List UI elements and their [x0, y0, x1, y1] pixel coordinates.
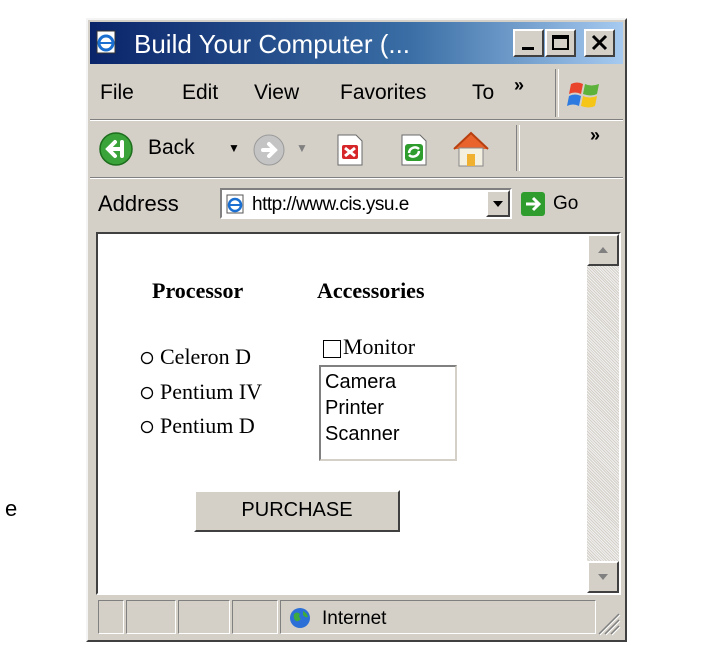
- address-label: Address: [98, 191, 179, 216]
- accessories-heading: Accessories: [317, 278, 425, 303]
- maximize-button[interactable]: [545, 29, 576, 57]
- back-dropdown-icon[interactable]: ▼: [228, 141, 240, 155]
- minimize-icon: [522, 47, 534, 50]
- status-panel: [98, 600, 124, 634]
- radio-label-pentium-d: Pentium D: [160, 413, 255, 438]
- radio-label-pentium-iv: Pentium IV: [160, 379, 263, 404]
- menu-tools[interactable]: To: [472, 81, 494, 105]
- close-button[interactable]: [584, 29, 615, 57]
- status-bar: Internet: [90, 596, 623, 638]
- toolbar-separator: [516, 125, 520, 171]
- go-arrow-icon[interactable]: [520, 191, 546, 217]
- refresh-icon: [401, 134, 427, 166]
- radio-pentium-iv[interactable]: [140, 386, 154, 400]
- window-title: Build Your Computer (...: [134, 29, 411, 59]
- list-option-scanner[interactable]: Scanner: [325, 421, 455, 447]
- address-input[interactable]: http://www.cis.ysu.e: [220, 188, 512, 219]
- maximize-icon: [552, 35, 569, 50]
- vertical-scrollbar[interactable]: [587, 234, 619, 593]
- status-panel: [126, 600, 176, 634]
- radio-pentium-d[interactable]: [140, 420, 154, 434]
- forward-icon: [253, 134, 285, 166]
- status-panel: [232, 600, 278, 634]
- address-dropdown-button[interactable]: [486, 190, 510, 217]
- toolbar: Back ▼ ▼ »: [90, 120, 623, 178]
- stop-icon: [337, 134, 363, 166]
- resize-grip-icon[interactable]: [593, 608, 621, 636]
- minimize-button[interactable]: [513, 29, 544, 57]
- page-content: Processor Accessories Celeron D Pentium …: [96, 232, 621, 595]
- address-bar: Address http://www.cis.ysu.e Go: [90, 178, 623, 229]
- list-option-printer[interactable]: Printer: [325, 395, 455, 421]
- status-zone: Internet: [322, 608, 387, 629]
- scroll-down-icon: [598, 574, 608, 580]
- internet-globe-icon: [290, 608, 310, 628]
- menu-view[interactable]: View: [254, 81, 299, 105]
- back-icon: [99, 132, 133, 166]
- close-icon: [591, 34, 608, 51]
- status-panel: [178, 600, 230, 634]
- monitor-checkbox[interactable]: [323, 340, 341, 358]
- menu-separator: [555, 69, 559, 117]
- address-url: http://www.cis.ysu.e: [252, 194, 409, 215]
- windows-logo-icon: [567, 82, 599, 108]
- home-icon: [453, 131, 489, 167]
- back-label[interactable]: Back: [148, 136, 195, 160]
- chevron-down-icon: [493, 201, 503, 207]
- menu-file[interactable]: File: [100, 81, 134, 105]
- ie-page-icon: [96, 30, 116, 54]
- radio-label-celeron-d: Celeron D: [160, 344, 252, 369]
- scroll-up-icon: [598, 247, 608, 253]
- go-button[interactable]: Go: [553, 193, 578, 215]
- browser-window: Build Your Computer (... File Edit View …: [86, 18, 627, 642]
- menu-overflow-chevron[interactable]: »: [514, 75, 524, 96]
- back-button[interactable]: [98, 131, 138, 176]
- menu-favorites[interactable]: Favorites: [340, 81, 426, 105]
- page-icon: [226, 194, 244, 214]
- radio-celeron-d[interactable]: [140, 351, 154, 365]
- scroll-up-button[interactable]: [587, 234, 619, 266]
- scroll-down-button[interactable]: [587, 561, 619, 593]
- stop-button[interactable]: [334, 133, 366, 172]
- purchase-button[interactable]: PURCHASE: [194, 490, 400, 532]
- menu-edit[interactable]: Edit: [182, 81, 218, 105]
- forward-button[interactable]: [252, 133, 288, 174]
- accessories-listbox[interactable]: Camera Printer Scanner: [319, 365, 457, 461]
- processor-heading: Processor: [152, 278, 244, 303]
- refresh-button[interactable]: [398, 133, 430, 172]
- home-button[interactable]: [450, 129, 492, 174]
- monitor-checkbox-label: Monitor: [343, 334, 416, 359]
- menu-bar: File Edit View Favorites To »: [90, 67, 623, 120]
- forward-dropdown-icon[interactable]: ▼: [296, 141, 308, 155]
- title-bar[interactable]: Build Your Computer (...: [90, 22, 623, 64]
- stray-text: e: [5, 496, 18, 521]
- list-option-camera[interactable]: Camera: [325, 369, 455, 395]
- toolbar-overflow-chevron[interactable]: »: [590, 125, 600, 146]
